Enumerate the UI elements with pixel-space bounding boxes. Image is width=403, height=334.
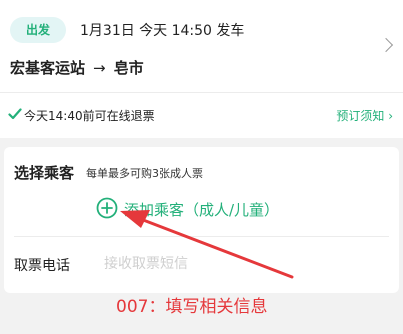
refund-row: 今天14:40前可在线退票 预订须知 › — [0, 93, 403, 138]
origin-station: 宏基客运站 — [10, 59, 86, 77]
booking-notice-link[interactable]: 预订须知 › — [336, 107, 393, 124]
pickup-phone-input[interactable] — [102, 251, 306, 277]
chevron-right-icon: › — [388, 109, 393, 123]
booking-notice-label[interactable]: 预订须知 — [336, 109, 384, 123]
departure-badge: 出发 — [10, 17, 66, 43]
checkmark-icon — [8, 108, 22, 120]
passenger-section-title: 选择乘客 — [14, 164, 75, 182]
route-arrow: → — [93, 59, 106, 77]
passenger-limit-note: 每单最多可购3张成人票 — [86, 167, 203, 180]
pickup-phone-label: 取票电话 — [14, 258, 70, 274]
plus-circle-icon[interactable] — [96, 197, 118, 219]
annotation-text: 007：填写相关信息 — [116, 297, 268, 317]
destination-station: 皂市 — [113, 59, 144, 77]
refund-policy-text: 今天14:40前可在线退票 — [24, 109, 155, 123]
trip-summary-card[interactable]: 出发 1月31日 今天 14:50 发车 宏基客运站 → 皂市 — [0, 0, 403, 92]
chevron-right-icon[interactable] — [378, 37, 394, 53]
divider — [14, 236, 389, 237]
add-passenger-label[interactable]: 添加乘客（成人/儿童） — [124, 199, 279, 220]
route: 宏基客运站 → 皂市 — [10, 57, 144, 78]
passenger-card: 选择乘客 每单最多可购3张成人票 添加乘客（成人/儿童） 取票电话 — [4, 147, 399, 293]
departure-time: 1月31日 今天 14:50 发车 — [80, 23, 245, 39]
